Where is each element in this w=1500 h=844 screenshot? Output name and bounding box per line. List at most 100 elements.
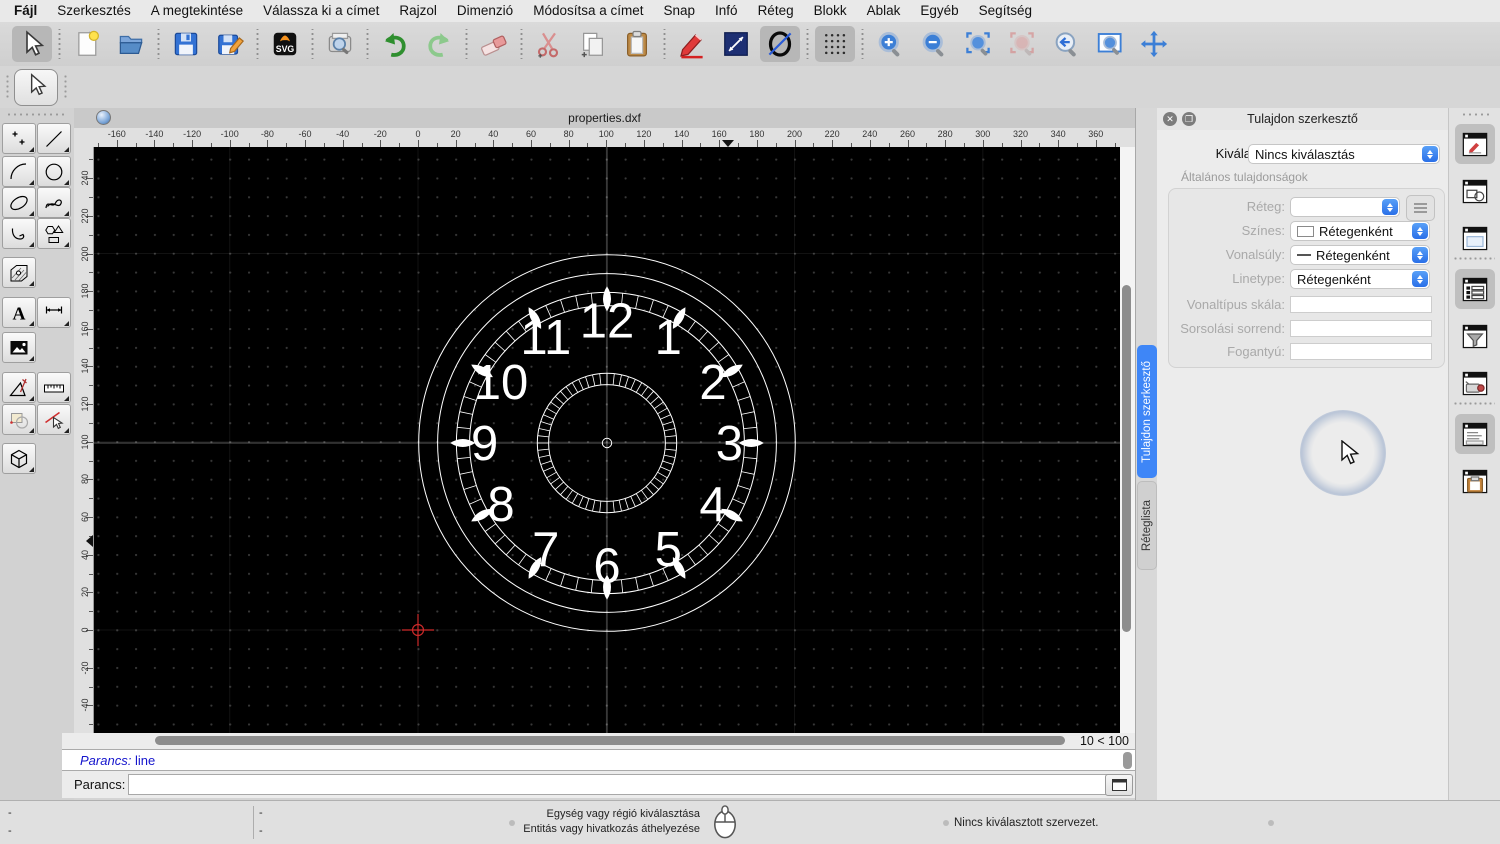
ruler-tick bbox=[89, 648, 93, 650]
redo-button[interactable] bbox=[419, 26, 459, 62]
palette-handle[interactable] bbox=[6, 113, 66, 116]
zoom-previous-button[interactable] bbox=[1046, 26, 1086, 62]
copy-button[interactable] bbox=[573, 26, 613, 62]
toolbar-handle[interactable] bbox=[64, 74, 67, 100]
dock-command-history-button[interactable] bbox=[1455, 414, 1495, 454]
menu-ablak[interactable]: Ablak bbox=[857, 0, 911, 22]
spline-tool-button[interactable] bbox=[37, 187, 71, 218]
handle-label: Fogantyú: bbox=[1227, 344, 1285, 359]
selection-combo[interactable]: Nincs kiválasztás bbox=[1248, 144, 1440, 164]
text-tool-button[interactable]: A bbox=[2, 297, 36, 328]
zoom-in-button[interactable] bbox=[870, 26, 910, 62]
menu-v-lassza-ki-a-c-met[interactable]: Válassza ki a címet bbox=[253, 0, 389, 22]
current-tool-button[interactable] bbox=[14, 69, 58, 106]
arc-tool-button[interactable] bbox=[2, 156, 36, 187]
dock-view-list-button[interactable] bbox=[1455, 218, 1495, 258]
menu-a-megtekint-se[interactable]: A megtekintése bbox=[141, 0, 253, 22]
vertical-scrollbar[interactable] bbox=[1120, 147, 1135, 733]
horizontal-scrollbar-thumb[interactable] bbox=[155, 736, 1065, 745]
draw-pencil-button[interactable] bbox=[672, 26, 712, 62]
dock-layer-list-button[interactable] bbox=[1455, 269, 1495, 309]
dock-selection-filter-button[interactable] bbox=[1455, 316, 1495, 356]
grid-toggle-button[interactable] bbox=[815, 26, 855, 62]
zoom-previous-icon bbox=[1055, 32, 1076, 57]
print-preview-button[interactable] bbox=[320, 26, 360, 62]
modify-tool-button[interactable] bbox=[2, 404, 36, 435]
linetype-scale-input[interactable] bbox=[1290, 296, 1432, 313]
polyline-tool-button[interactable] bbox=[2, 218, 36, 249]
linetype-label: Linetype: bbox=[1232, 271, 1285, 286]
line-tool-button[interactable] bbox=[37, 123, 71, 154]
zoom-window-button[interactable] bbox=[1090, 26, 1130, 62]
mouse-icon bbox=[714, 805, 736, 839]
dock-property-editor-button[interactable] bbox=[1455, 124, 1495, 164]
drawing-canvas[interactable]: 1 2 3 4 5 6 7 8 9 10 11 12 bbox=[94, 147, 1120, 733]
menu-f-jl[interactable]: Fájl bbox=[0, 0, 47, 22]
save-button[interactable] bbox=[166, 26, 206, 62]
layer-combo[interactable] bbox=[1290, 197, 1400, 217]
menu-rajzol[interactable]: Rajzol bbox=[389, 0, 447, 22]
dock-block-list-button[interactable] bbox=[1455, 171, 1495, 211]
solid-tool-button[interactable] bbox=[2, 443, 36, 474]
ruler-label: 120 bbox=[636, 129, 652, 139]
vertical-scrollbar-thumb[interactable] bbox=[1122, 285, 1131, 632]
stepper-icon bbox=[1412, 271, 1428, 287]
side-tab-r-teglista[interactable]: Réteglista bbox=[1137, 481, 1157, 570]
erase-button[interactable] bbox=[474, 26, 514, 62]
menu-dimenzi-[interactable]: Dimenzió bbox=[447, 0, 523, 22]
zoom-out-button[interactable] bbox=[914, 26, 954, 62]
cut-button[interactable] bbox=[529, 26, 569, 62]
layer-menu-button[interactable] bbox=[1406, 195, 1435, 221]
menu-r-teg[interactable]: Réteg bbox=[748, 0, 804, 22]
handle-input[interactable] bbox=[1290, 343, 1432, 360]
ruler-tick bbox=[192, 140, 194, 147]
dock-reference-views-button[interactable] bbox=[1455, 363, 1495, 403]
toolbar-handle[interactable] bbox=[6, 74, 9, 100]
ruler-label: 200 bbox=[80, 245, 90, 262]
menu-szerkeszt-s[interactable]: Szerkesztés bbox=[47, 0, 141, 22]
ruler-label: 40 bbox=[80, 549, 90, 560]
ellipse-tool-button[interactable] bbox=[760, 26, 800, 62]
ellipse-tool-button[interactable] bbox=[2, 187, 36, 218]
command-input[interactable] bbox=[128, 774, 1113, 795]
menu-egy-b[interactable]: Egyéb bbox=[910, 0, 968, 22]
horizontal-scrollbar[interactable]: 10 < 100 bbox=[62, 733, 1135, 749]
zoom-selection-button[interactable] bbox=[1002, 26, 1042, 62]
drafting-tool-button[interactable] bbox=[2, 372, 36, 403]
menu-blokk[interactable]: Blokk bbox=[804, 0, 857, 22]
menu-snap[interactable]: Snap bbox=[654, 0, 706, 22]
lineweight-combo[interactable]: Rétegenként bbox=[1290, 245, 1430, 265]
new-file-button[interactable] bbox=[67, 26, 107, 62]
menu-inf-[interactable]: Infó bbox=[705, 0, 748, 22]
line-tool-button[interactable] bbox=[716, 26, 756, 62]
svg-export-button[interactable]: SVG bbox=[265, 26, 305, 62]
dock-handle[interactable] bbox=[1461, 113, 1489, 116]
points-tool-button[interactable] bbox=[2, 123, 36, 154]
linetype-combo[interactable]: Rétegenként bbox=[1290, 269, 1430, 289]
pan-button[interactable] bbox=[1134, 26, 1174, 62]
color-combo[interactable]: Rétegenként bbox=[1290, 221, 1430, 241]
undo-button[interactable] bbox=[375, 26, 415, 62]
paste-button[interactable] bbox=[617, 26, 657, 62]
dimension-tool-button[interactable] bbox=[37, 297, 71, 328]
save-as-button[interactable] bbox=[210, 26, 250, 62]
menu-m-dos-tsa-a-c-met[interactable]: Módosítsa a címet bbox=[523, 0, 653, 22]
snap-edit-tool-button[interactable] bbox=[37, 404, 71, 435]
shapes-tool-button[interactable] bbox=[37, 218, 71, 249]
image-tool-button[interactable] bbox=[2, 332, 36, 363]
measure-tool-button[interactable] bbox=[37, 372, 71, 403]
history-scrollbar-thumb[interactable] bbox=[1123, 752, 1132, 769]
svg-text:8: 8 bbox=[487, 478, 514, 532]
open-file-button[interactable] bbox=[111, 26, 151, 62]
hatch-tool-button[interactable] bbox=[2, 257, 36, 288]
menu-seg-ts-g[interactable]: Segítség bbox=[969, 0, 1042, 22]
ruler-tick bbox=[869, 140, 871, 147]
side-tab-tulajdon-szerkeszt-[interactable]: Tulajdon szerkesztő bbox=[1137, 345, 1157, 478]
zoom-auto-button[interactable] bbox=[958, 26, 998, 62]
command-window-button[interactable] bbox=[1105, 774, 1133, 796]
dock-clipboard-button[interactable] bbox=[1455, 461, 1495, 501]
selection-tool-button[interactable] bbox=[12, 26, 52, 62]
circle-tool-button[interactable] bbox=[37, 156, 71, 187]
draw-order-input[interactable] bbox=[1290, 320, 1432, 337]
command-history: Parancs: line bbox=[62, 749, 1135, 771]
